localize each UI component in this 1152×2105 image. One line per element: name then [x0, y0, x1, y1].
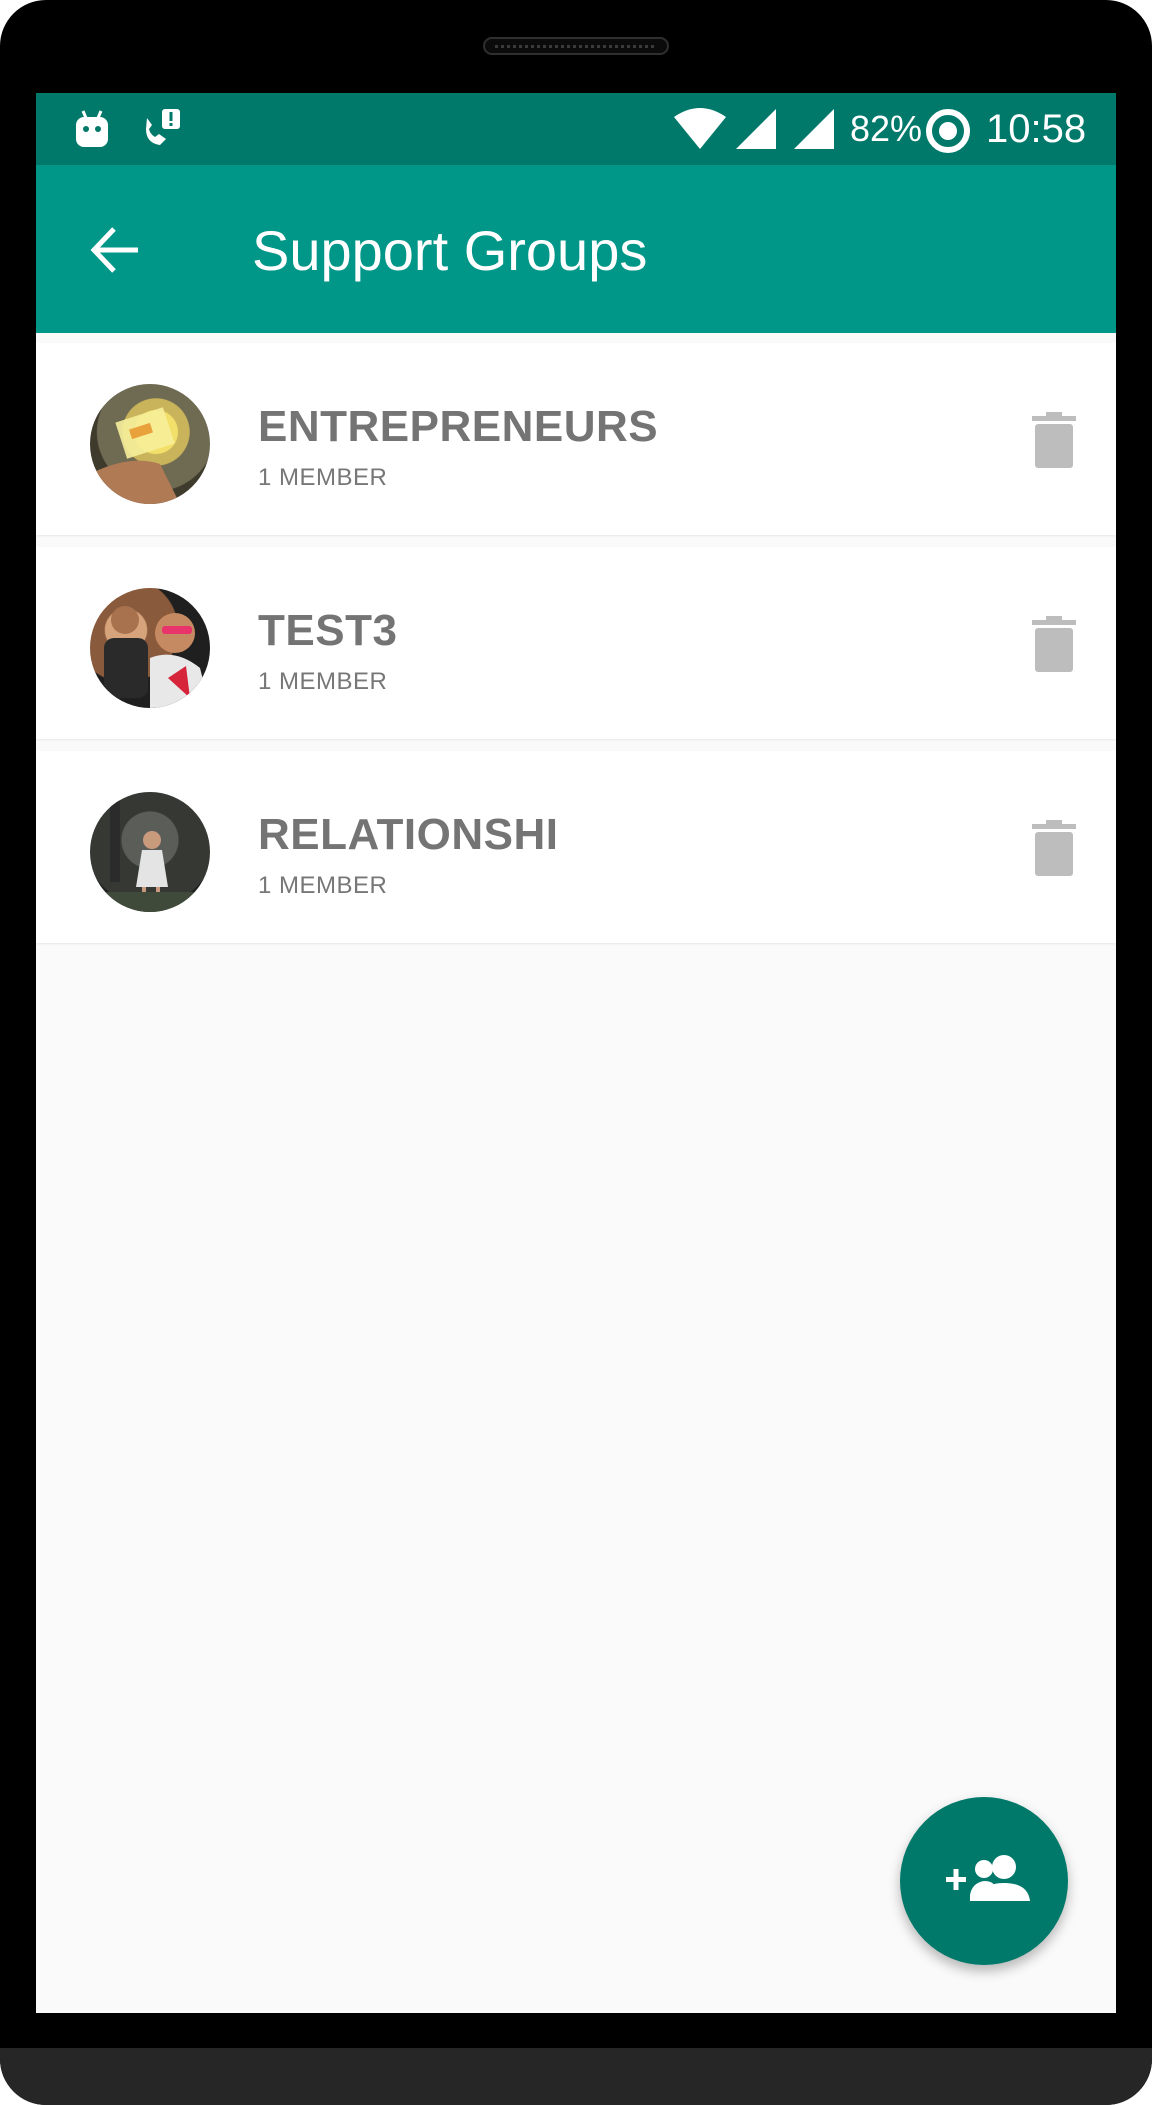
group-row[interactable]: RELATIONSHI 1 MEMBER — [36, 751, 1116, 943]
member-count: 1 MEMBER — [258, 464, 388, 491]
app-screen: 82% 10:58 Support Groups ENTREPRENEURS 1… — [36, 93, 1116, 2013]
delete-icon — [1032, 412, 1076, 468]
member-count: 1 MEMBER — [258, 668, 388, 695]
group-name: RELATIONSHI — [258, 810, 559, 859]
member-count: 1 MEMBER — [258, 872, 388, 899]
device-frame: 82% 10:58 Support Groups ENTREPRENEURS 1… — [0, 0, 1152, 2105]
android-icon — [72, 109, 112, 154]
clock: 10:58 — [986, 107, 1087, 151]
group-name: ENTREPRENEURS — [258, 402, 659, 451]
missed-call-icon — [140, 107, 184, 156]
delete-icon — [1032, 820, 1076, 876]
add-group-icon — [946, 1855, 1030, 1901]
battery-percentage: 82% — [850, 108, 923, 149]
delete-button[interactable] — [1032, 820, 1076, 876]
page-title: Support Groups — [252, 219, 648, 282]
signal-icon — [792, 107, 836, 156]
group-row[interactable]: ENTREPRENEURS 1 MEMBER — [36, 343, 1116, 535]
back-button[interactable] — [88, 223, 142, 277]
delete-button[interactable] — [1032, 616, 1076, 672]
device-bottom-bezel — [0, 2048, 1152, 2105]
wifi-icon — [672, 107, 728, 156]
group-avatar — [90, 792, 210, 912]
arrow-back-icon — [90, 227, 138, 273]
add-group-fab[interactable] — [900, 1797, 1068, 1965]
device-speaker — [483, 37, 669, 55]
group-name: TEST3 — [258, 606, 398, 655]
group-row[interactable]: TEST3 1 MEMBER — [36, 547, 1116, 739]
delete-button[interactable] — [1032, 412, 1076, 468]
group-avatar — [90, 384, 210, 504]
delete-icon — [1032, 616, 1076, 672]
group-avatar — [90, 588, 210, 708]
battery-saver-icon — [924, 107, 972, 160]
app-bar: Support Groups — [36, 165, 1116, 333]
status-bar: 82% 10:58 — [36, 93, 1116, 165]
signal-icon — [734, 107, 778, 156]
